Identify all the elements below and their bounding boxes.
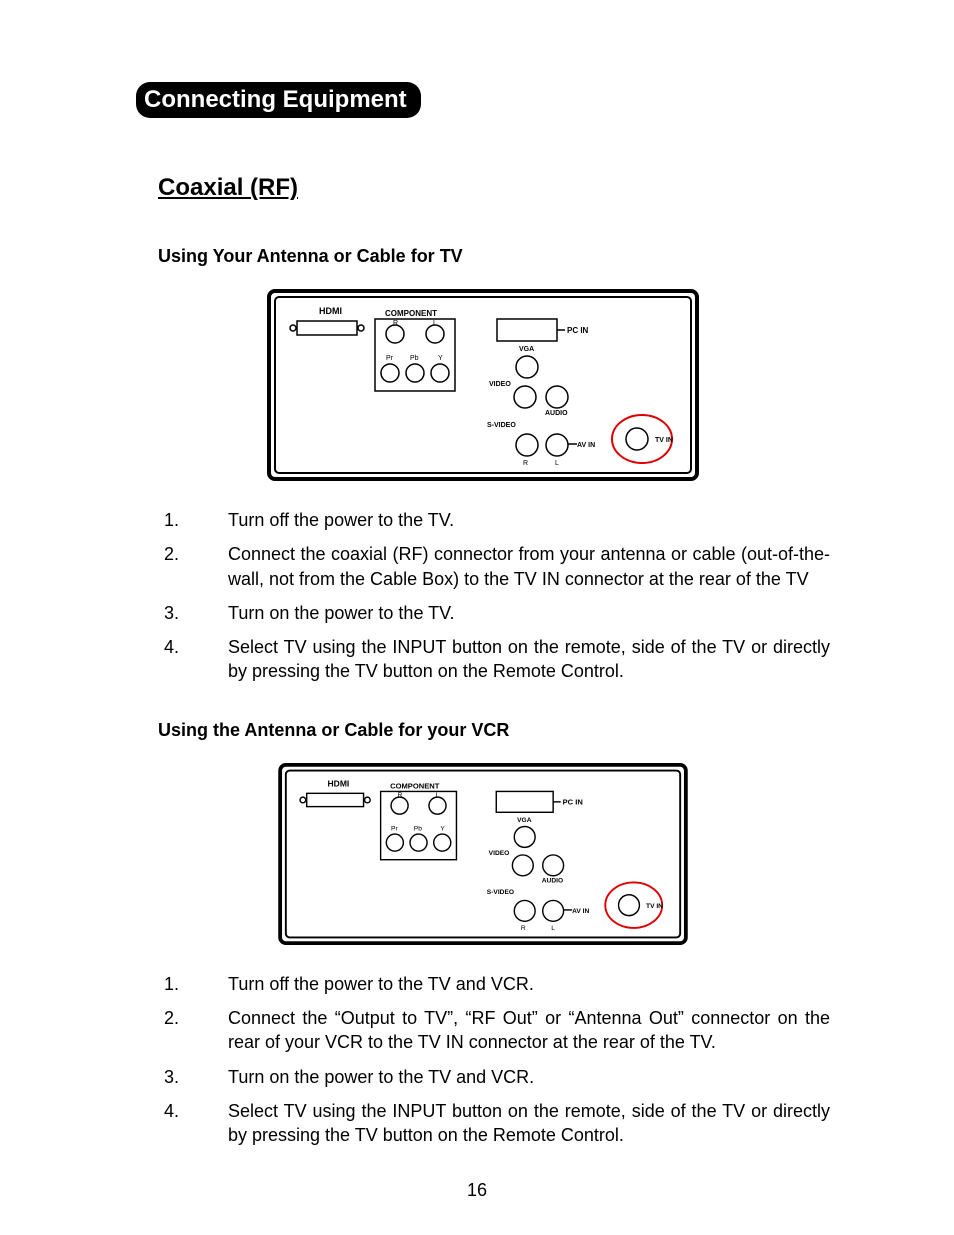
svg-text:Pr: Pr <box>391 825 398 832</box>
svg-text:L: L <box>433 320 437 327</box>
step-vcr-1: Turn off the power to the TV and VCR. <box>184 972 830 996</box>
diagram-tv-rear-panel: HDMI COMPONENT R L Pr Pb Y PC IN VGA VID… <box>136 289 830 486</box>
svg-text:COMPONENT: COMPONENT <box>390 781 440 790</box>
svg-text:VIDEO: VIDEO <box>489 850 510 857</box>
heading-tv: Using Your Antenna or Cable for TV <box>158 246 830 267</box>
svg-text:HDMI: HDMI <box>319 306 342 316</box>
step-tv-3: Turn on the power to the TV. <box>184 601 830 625</box>
step-tv-2: Connect the coaxial (RF) connector from … <box>184 542 830 591</box>
svg-text:COMPONENT: COMPONENT <box>385 309 437 318</box>
svg-text:PC IN: PC IN <box>567 326 589 335</box>
svg-text:L: L <box>555 460 559 467</box>
svg-text:AV IN: AV IN <box>572 908 589 915</box>
svg-text:TV IN: TV IN <box>646 903 663 910</box>
svg-text:AUDIO: AUDIO <box>542 877 563 884</box>
step-vcr-3: Turn on the power to the TV and VCR. <box>184 1065 830 1089</box>
step-tv-1: Turn off the power to the TV. <box>184 508 830 532</box>
subsection-title: Coaxial (RF) <box>158 174 830 202</box>
svg-text:R: R <box>521 925 526 932</box>
section-title: Connecting Equipment <box>136 82 421 118</box>
svg-text:PC IN: PC IN <box>563 797 583 806</box>
step-tv-4: Select TV using the INPUT button on the … <box>184 635 830 684</box>
svg-text:R: R <box>393 320 398 327</box>
svg-text:VGA: VGA <box>519 346 534 353</box>
step-vcr-4: Select TV using the INPUT button on the … <box>184 1099 830 1148</box>
svg-text:Pb: Pb <box>414 825 422 832</box>
diagram-vcr-rear-panel: HDMI COMPONENT R L Pr Pb Y PC IN VGA VID… <box>136 763 830 950</box>
svg-text:L: L <box>551 925 555 932</box>
svg-text:Y: Y <box>440 825 445 832</box>
svg-text:AV IN: AV IN <box>577 442 595 449</box>
svg-text:S-VIDEO: S-VIDEO <box>487 889 514 896</box>
svg-text:R: R <box>398 792 403 799</box>
svg-text:L: L <box>436 792 440 799</box>
heading-vcr: Using the Antenna or Cable for your VCR <box>158 720 830 741</box>
svg-text:VGA: VGA <box>517 817 532 824</box>
page-number: 16 <box>0 1180 954 1201</box>
steps-tv: Turn off the power to the TV. Connect th… <box>184 508 830 684</box>
steps-vcr: Turn off the power to the TV and VCR. Co… <box>184 972 830 1148</box>
svg-text:R: R <box>523 460 528 467</box>
svg-text:S-VIDEO: S-VIDEO <box>487 422 516 429</box>
svg-text:AUDIO: AUDIO <box>545 410 568 417</box>
svg-text:TV IN: TV IN <box>655 437 673 444</box>
step-vcr-2: Connect the “Output to TV”, “RF Out” or … <box>184 1006 830 1055</box>
svg-text:HDMI: HDMI <box>328 778 350 788</box>
svg-text:Pb: Pb <box>410 355 419 362</box>
svg-text:VIDEO: VIDEO <box>489 381 511 388</box>
svg-text:Pr: Pr <box>386 355 394 362</box>
svg-text:Y: Y <box>438 355 443 362</box>
